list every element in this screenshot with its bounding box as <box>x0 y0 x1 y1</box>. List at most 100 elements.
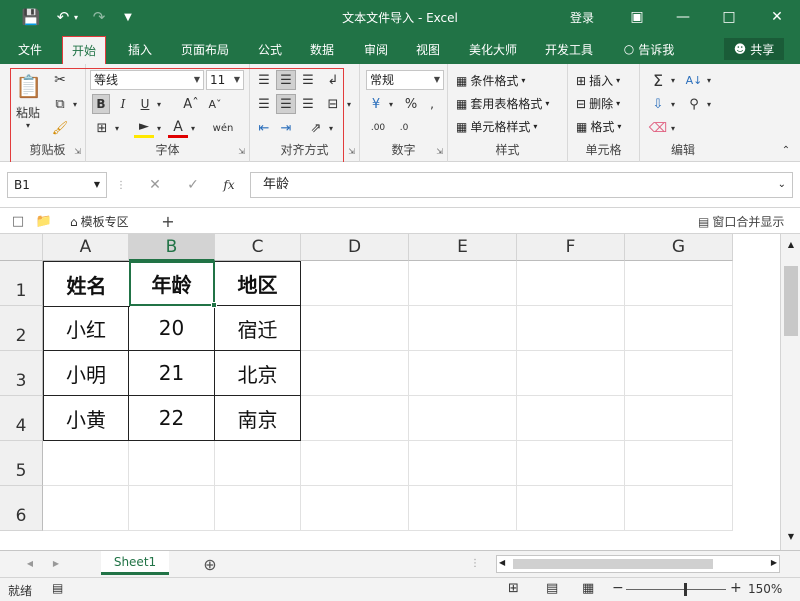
minimize-icon[interactable]: — <box>666 0 700 34</box>
italic-button[interactable]: I <box>114 94 132 114</box>
cell-g4[interactable] <box>625 396 733 441</box>
zoom-out-icon[interactable]: − <box>612 580 624 596</box>
font-launcher-icon[interactable]: ⇲ <box>238 147 245 156</box>
collapse-ribbon-icon[interactable]: ⌃ <box>778 142 794 158</box>
cell-b4[interactable]: 22 <box>129 396 215 441</box>
align-middle-icon[interactable]: ☰ <box>276 70 296 90</box>
tab-file[interactable]: 文件 <box>10 34 50 64</box>
ribbon-display-icon[interactable]: ▣ <box>620 0 654 34</box>
sheet-scroll-handle-icon[interactable]: ⋮ <box>470 555 480 571</box>
align-center-icon[interactable]: ☰ <box>276 94 296 114</box>
decrease-indent-icon[interactable]: ⇤ <box>254 118 274 138</box>
scroll-thumb[interactable] <box>784 266 798 336</box>
cell-g2[interactable] <box>625 306 733 351</box>
scroll-sheets-right-icon[interactable]: ▶ <box>48 555 64 571</box>
merge-window-toggle[interactable]: ▤ 窗口合并显示 <box>698 213 784 230</box>
cell-f4[interactable] <box>517 396 625 441</box>
column-header-e[interactable]: E <box>409 234 517 261</box>
formula-bar-handle-icon[interactable]: ⋮ <box>116 174 126 196</box>
underline-button[interactable]: U <box>136 94 154 114</box>
row-header-4[interactable]: 4 <box>0 396 43 441</box>
maximize-icon[interactable]: □ <box>712 0 746 34</box>
currency-dropdown-icon[interactable]: ▾ <box>386 94 396 114</box>
cell-e3[interactable] <box>409 351 517 396</box>
tab-insert[interactable]: 插入 <box>120 34 160 64</box>
template-zone-tab[interactable]: ⌂ 模板专区 <box>70 213 129 230</box>
cell-e5[interactable] <box>409 441 517 486</box>
cell-styles-button[interactable]: ▦ 单元格样式 ▾ <box>456 118 537 135</box>
add-tab-icon[interactable]: + <box>158 211 178 231</box>
conditional-formatting-button[interactable]: ▦ 条件格式 ▾ <box>456 72 525 89</box>
zoom-level[interactable]: 150% <box>748 582 782 596</box>
folder-icon[interactable]: 📁 <box>34 211 54 231</box>
cell-b3[interactable]: 21 <box>129 351 215 396</box>
borders-dropdown-icon[interactable]: ▾ <box>112 118 122 138</box>
tab-view[interactable]: 视图 <box>408 34 448 64</box>
cancel-icon[interactable]: ✕ <box>144 174 166 196</box>
autosum-dropdown-icon[interactable]: ▾ <box>668 70 678 90</box>
fill-dropdown-icon[interactable]: ▾ <box>668 94 678 114</box>
autosum-icon[interactable]: Σ <box>648 70 668 90</box>
cell-e6[interactable] <box>409 486 517 531</box>
orientation-dropdown-icon[interactable]: ▾ <box>326 118 336 138</box>
add-sheet-icon[interactable]: ⊕ <box>200 554 220 574</box>
format-as-table-button[interactable]: ▦ 套用表格格式 ▾ <box>456 95 549 112</box>
cell-d6[interactable] <box>301 486 409 531</box>
scroll-up-icon[interactable]: ▲ <box>783 240 799 252</box>
cell-e2[interactable] <box>409 306 517 351</box>
tab-developer[interactable]: 开发工具 <box>538 34 600 64</box>
font-color-icon[interactable]: A <box>168 118 188 138</box>
clear-dropdown-icon[interactable]: ▾ <box>668 118 678 138</box>
find-select-icon[interactable]: ⚲ <box>684 94 704 114</box>
merge-dropdown-icon[interactable]: ▾ <box>344 94 354 114</box>
column-header-b[interactable]: B <box>129 234 215 261</box>
sort-dropdown-icon[interactable]: ▾ <box>704 70 714 90</box>
cell-c6[interactable] <box>215 486 301 531</box>
select-all-corner[interactable] <box>0 234 43 261</box>
wrap-text-icon[interactable]: ↲ <box>322 70 344 90</box>
paste-dropdown-icon[interactable]: ▾ <box>20 120 36 130</box>
paste-icon[interactable]: 📋 <box>14 72 44 102</box>
increase-decimal-icon[interactable]: .00 <box>366 118 390 138</box>
macro-record-icon[interactable]: ▤ <box>52 581 63 595</box>
zoom-slider-thumb[interactable] <box>684 583 687 596</box>
cell-a1[interactable]: 姓名 <box>43 261 130 307</box>
cell-c4[interactable]: 南京 <box>215 396 301 441</box>
page-layout-view-icon[interactable]: ▤ <box>546 581 558 596</box>
column-header-c[interactable]: C <box>215 234 301 261</box>
sort-filter-icon[interactable]: A↓ <box>684 70 704 90</box>
cell-c5[interactable] <box>215 441 301 486</box>
font-name-select[interactable]: 等线 ▼ <box>90 70 204 90</box>
cell-d2[interactable] <box>301 306 409 351</box>
cell-f2[interactable] <box>517 306 625 351</box>
column-header-a[interactable]: A <box>43 234 129 261</box>
zoom-in-icon[interactable]: + <box>730 580 742 596</box>
number-launcher-icon[interactable]: ⇲ <box>436 147 443 156</box>
font-size-select[interactable]: 11 ▼ <box>206 70 244 90</box>
currency-icon[interactable]: ¥ <box>366 94 386 114</box>
column-header-f[interactable]: F <box>517 234 625 261</box>
cell-g5[interactable] <box>625 441 733 486</box>
scroll-left-icon[interactable]: ◀ <box>499 558 505 567</box>
normal-view-icon[interactable]: ⊞ <box>508 581 519 596</box>
scroll-right-icon[interactable]: ▶ <box>771 558 777 567</box>
decrease-decimal-icon[interactable]: .0 <box>392 118 416 138</box>
percent-button[interactable]: % <box>402 94 420 114</box>
align-bottom-icon[interactable]: ☰ <box>298 70 318 90</box>
cell-c2[interactable]: 宿迁 <box>215 306 301 351</box>
cell-c3[interactable]: 北京 <box>215 351 301 396</box>
fill-color-dropdown-icon[interactable]: ▾ <box>154 118 164 138</box>
cell-f6[interactable] <box>517 486 625 531</box>
underline-dropdown-icon[interactable]: ▾ <box>154 94 164 114</box>
sheet-tab[interactable]: Sheet1 <box>101 551 169 575</box>
align-right-icon[interactable]: ☰ <box>298 94 318 114</box>
cell-e1[interactable] <box>409 261 517 306</box>
row-header-3[interactable]: 3 <box>0 351 43 396</box>
cell-b1[interactable]: 年龄 <box>129 261 217 308</box>
column-header-g[interactable]: G <box>625 234 733 261</box>
cell-b6[interactable] <box>129 486 215 531</box>
cell-b5[interactable] <box>129 441 215 486</box>
tab-beautify-master[interactable]: 美化大师 <box>462 34 524 64</box>
formula-input[interactable]: 年龄 ⌄ <box>250 172 793 198</box>
paste-button[interactable]: 粘贴 <box>12 104 44 120</box>
